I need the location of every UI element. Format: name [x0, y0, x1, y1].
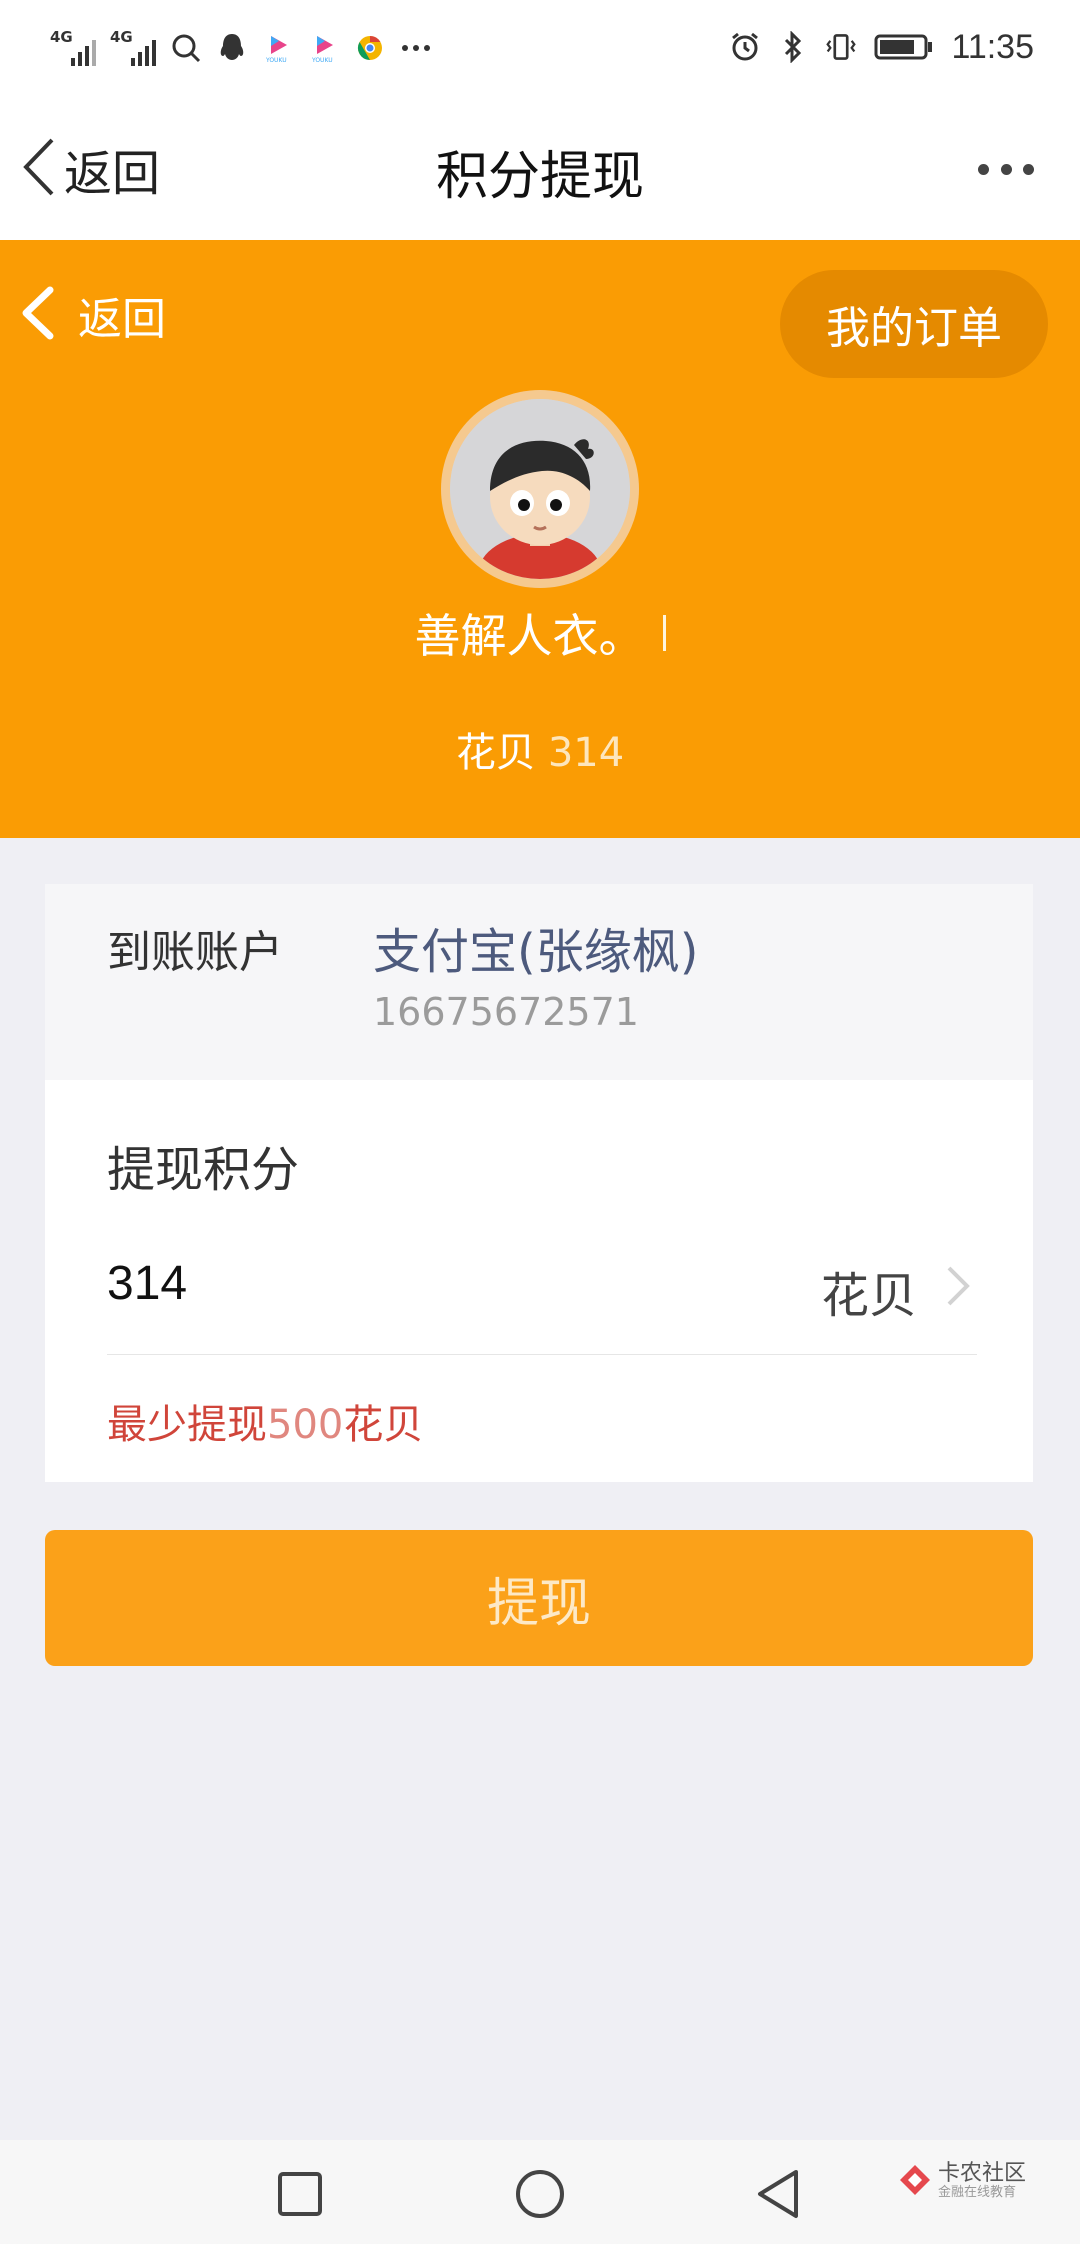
payout-account-phone: 16675672571 — [373, 990, 639, 1034]
points-value: 314 — [547, 730, 625, 776]
profile-header: 返回 我的订单 善解人衣。 花贝 314 — [0, 240, 1080, 838]
signal-2-icon: 4G — [110, 28, 156, 68]
signal-1-label: 4G — [50, 28, 73, 46]
youku-icon: YOUKU — [262, 32, 294, 64]
svg-text:YOUKU: YOUKU — [311, 57, 333, 64]
home-icon[interactable] — [510, 2164, 570, 2224]
payout-account-name: 支付宝(张缘枫) — [373, 924, 699, 980]
status-right: 11:35 — [729, 22, 1034, 72]
withdraw-button[interactable]: 提现 — [45, 1530, 1033, 1666]
withdraw-points-label: 提现积分 — [107, 1142, 300, 1198]
signal-2-label: 4G — [110, 28, 133, 46]
battery-icon — [873, 31, 935, 63]
chevron-right-icon[interactable] — [937, 1262, 977, 1310]
system-nav-bar: 卡农社区 金融在线教育 — [0, 2140, 1080, 2244]
chrome-icon — [354, 32, 386, 64]
more-menu-icon[interactable] — [978, 156, 1034, 182]
hint-number: 500 — [267, 1402, 344, 1448]
search-icon — [170, 32, 202, 64]
watermark-logo-icon — [898, 2163, 932, 2201]
qq-icon — [216, 32, 248, 64]
hero-back-label: 返回 — [78, 294, 166, 345]
watermark: 卡农社区 金融在线教育 — [898, 2154, 1026, 2210]
payout-account-row[interactable]: 到账账户 支付宝(张缘枫) 16675672571 — [45, 884, 1033, 1080]
clock: 11:35 — [951, 27, 1034, 66]
username: 善解人衣。 — [414, 609, 645, 663]
chevron-left-icon — [18, 282, 58, 348]
status-left: 4G 4G YOUKU YOUKU — [50, 26, 432, 70]
title-bar: 返回 积分提现 — [0, 96, 1080, 240]
minimum-withdraw-hint: 最少提现500花贝 — [107, 1392, 423, 1450]
amount-field[interactable]: 314 花贝 — [107, 1234, 977, 1355]
svg-text:YOUKU: YOUKU — [265, 57, 287, 64]
my-orders-button[interactable]: 我的订单 — [780, 270, 1048, 378]
hint-prefix: 最少提现 — [107, 1402, 267, 1448]
amount-input[interactable]: 314 — [107, 1256, 187, 1311]
unit-selector[interactable]: 花贝 — [821, 1256, 917, 1326]
hero-back-button[interactable]: 返回 — [18, 280, 166, 350]
payout-account-label: 到账账户 — [107, 927, 283, 978]
text-cursor — [662, 615, 666, 651]
points-balance: 花贝 314 — [0, 720, 1080, 778]
watermark-title: 卡农社区 — [938, 2161, 1027, 2186]
back-triangle-icon[interactable] — [748, 2164, 808, 2224]
alarm-icon — [729, 31, 761, 63]
more-dots-icon — [400, 32, 432, 64]
bluetooth-icon — [777, 31, 809, 63]
signal-1-icon: 4G — [50, 28, 96, 68]
youku-icon: YOUKU — [308, 32, 340, 64]
recent-apps-icon[interactable] — [270, 2164, 330, 2224]
points-label: 花贝 — [455, 730, 536, 776]
avatar-image — [450, 399, 630, 579]
withdraw-card: 到账账户 支付宝(张缘枫) 16675672571 提现积分 314 花贝 最少… — [45, 884, 1033, 1482]
hint-suffix: 花贝 — [343, 1402, 424, 1448]
vibrate-icon — [825, 31, 857, 63]
avatar[interactable] — [441, 390, 639, 588]
status-bar: 4G 4G YOUKU YOUKU 11:35 — [0, 0, 1080, 96]
watermark-subtitle: 金融在线教育 — [938, 2185, 1017, 2200]
username-row: 善解人衣。 — [0, 600, 1080, 666]
page-title: 积分提现 — [435, 147, 644, 207]
